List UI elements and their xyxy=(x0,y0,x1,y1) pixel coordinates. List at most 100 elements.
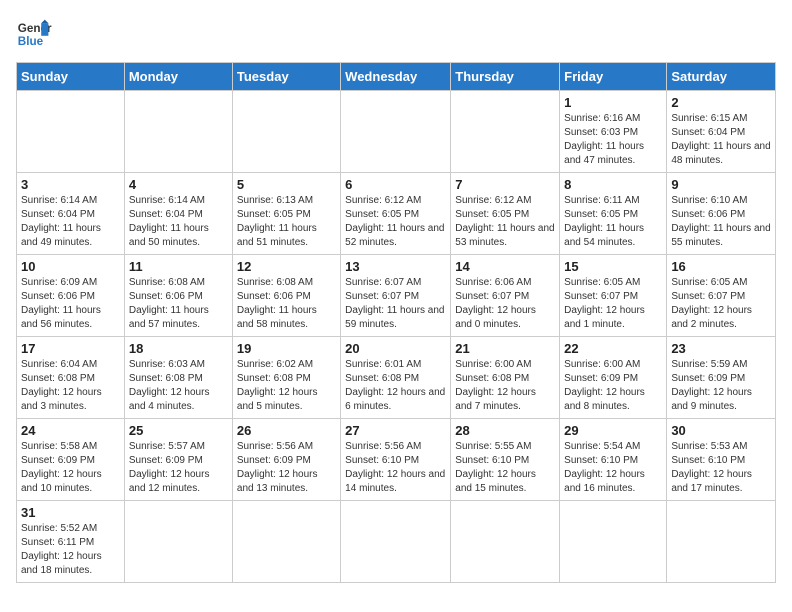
day-cell: 4Sunrise: 6:14 AM Sunset: 6:04 PM Daylig… xyxy=(124,173,232,255)
day-number: 6 xyxy=(345,177,446,192)
day-cell: 12 Sunrise: 6:08 AM Sunset: 6:06 PM Dayli… xyxy=(232,255,340,337)
day-cell: 8 Sunrise: 6:11 AM Sunset: 6:05 PM Daylig… xyxy=(560,173,667,255)
day-info: Sunrise: 5:54 AM Sunset: 6:10 PM Dayligh… xyxy=(564,440,662,496)
week-row-2: 10 Sunrise: 6:09 AM Sunset: 6:06 PM Dayli… xyxy=(17,255,776,337)
day-cell: 25 Sunrise: 5:57 AM Sunset: 6:09 PM Dayli… xyxy=(124,419,232,501)
day-info: Sunrise: 6:00 AM Sunset: 6:08 PM Dayligh… xyxy=(455,358,555,414)
day-number: 27 xyxy=(345,423,446,438)
day-number: 28 xyxy=(455,423,555,438)
day-info: Sunrise: 6:16 AM Sunset: 6:03 PM Dayligh… xyxy=(564,112,662,168)
day-cell xyxy=(17,91,125,173)
generalblue-logo-icon: General Blue xyxy=(16,16,52,52)
day-cell: 24 Sunrise: 5:58 AM Sunset: 6:09 PM Dayli… xyxy=(17,419,125,501)
day-info: Sunrise: 5:59 AM Sunset: 6:09 PM Dayligh… xyxy=(671,358,771,414)
day-cell: 7Sunrise: 6:12 AM Sunset: 6:05 PM Daylig… xyxy=(451,173,560,255)
day-info: Sunrise: 6:02 AM Sunset: 6:08 PM Dayligh… xyxy=(237,358,336,414)
day-info: Sunrise: 6:07 AM Sunset: 6:07 PM Dayligh… xyxy=(345,276,446,332)
day-info: Sunrise: 6:14 AM Sunset: 6:04 PM Dayligh… xyxy=(129,194,228,250)
day-info: Sunrise: 6:14 AM Sunset: 6:04 PM Dayligh… xyxy=(21,194,120,250)
day-number: 18 xyxy=(129,341,228,356)
day-cell: 14Sunrise: 6:06 AM Sunset: 6:07 PM Dayli… xyxy=(451,255,560,337)
weekday-header-row: SundayMondayTuesdayWednesdayThursdayFrid… xyxy=(17,63,776,91)
day-number: 30 xyxy=(671,423,771,438)
day-cell: 18 Sunrise: 6:03 AM Sunset: 6:08 PM Dayli… xyxy=(124,337,232,419)
day-cell xyxy=(341,501,451,583)
day-cell: 29 Sunrise: 5:54 AM Sunset: 6:10 PM Dayli… xyxy=(560,419,667,501)
day-number: 22 xyxy=(564,341,662,356)
day-info: Sunrise: 5:53 AM Sunset: 6:10 PM Dayligh… xyxy=(671,440,771,496)
day-cell xyxy=(232,501,340,583)
day-info: Sunrise: 6:05 AM Sunset: 6:07 PM Dayligh… xyxy=(564,276,662,332)
day-number: 8 xyxy=(564,177,662,192)
day-info: Sunrise: 6:01 AM Sunset: 6:08 PM Dayligh… xyxy=(345,358,446,414)
day-cell xyxy=(341,91,451,173)
day-info: Sunrise: 6:03 AM Sunset: 6:08 PM Dayligh… xyxy=(129,358,228,414)
day-info: Sunrise: 6:15 AM Sunset: 6:04 PM Dayligh… xyxy=(671,112,771,168)
day-cell: 3 Sunrise: 6:14 AM Sunset: 6:04 PM Daylig… xyxy=(17,173,125,255)
day-number: 21 xyxy=(455,341,555,356)
day-cell: 15 Sunrise: 6:05 AM Sunset: 6:07 PM Dayli… xyxy=(560,255,667,337)
day-number: 17 xyxy=(21,341,120,356)
day-info: Sunrise: 6:12 AM Sunset: 6:05 PM Dayligh… xyxy=(455,194,555,250)
calendar-table: SundayMondayTuesdayWednesdayThursdayFrid… xyxy=(16,62,776,583)
logo: General Blue xyxy=(16,16,52,52)
day-cell: 19 Sunrise: 6:02 AM Sunset: 6:08 PM Dayli… xyxy=(232,337,340,419)
day-cell: 11Sunrise: 6:08 AM Sunset: 6:06 PM Dayli… xyxy=(124,255,232,337)
day-info: Sunrise: 6:11 AM Sunset: 6:05 PM Dayligh… xyxy=(564,194,662,250)
day-number: 29 xyxy=(564,423,662,438)
day-info: Sunrise: 5:57 AM Sunset: 6:09 PM Dayligh… xyxy=(129,440,228,496)
day-cell: 9 Sunrise: 6:10 AM Sunset: 6:06 PM Daylig… xyxy=(667,173,776,255)
day-info: Sunrise: 6:00 AM Sunset: 6:09 PM Dayligh… xyxy=(564,358,662,414)
day-info: Sunrise: 5:58 AM Sunset: 6:09 PM Dayligh… xyxy=(21,440,120,496)
day-cell: 20 Sunrise: 6:01 AM Sunset: 6:08 PM Dayli… xyxy=(341,337,451,419)
day-number: 3 xyxy=(21,177,120,192)
day-info: Sunrise: 5:55 AM Sunset: 6:10 PM Dayligh… xyxy=(455,440,555,496)
day-number: 23 xyxy=(671,341,771,356)
day-cell xyxy=(124,501,232,583)
day-cell: 5Sunrise: 6:13 AM Sunset: 6:05 PM Daylig… xyxy=(232,173,340,255)
day-info: Sunrise: 6:13 AM Sunset: 6:05 PM Dayligh… xyxy=(237,194,336,250)
day-cell: 26 Sunrise: 5:56 AM Sunset: 6:09 PM Dayli… xyxy=(232,419,340,501)
weekday-header-wednesday: Wednesday xyxy=(341,63,451,91)
day-cell xyxy=(124,91,232,173)
day-info: Sunrise: 6:08 AM Sunset: 6:06 PM Dayligh… xyxy=(237,276,336,332)
weekday-header-friday: Friday xyxy=(560,63,667,91)
day-info: Sunrise: 5:56 AM Sunset: 6:09 PM Dayligh… xyxy=(237,440,336,496)
day-number: 9 xyxy=(671,177,771,192)
day-info: Sunrise: 5:52 AM Sunset: 6:11 PM Dayligh… xyxy=(21,522,120,578)
day-info: Sunrise: 5:56 AM Sunset: 6:10 PM Dayligh… xyxy=(345,440,446,496)
day-cell: 6Sunrise: 6:12 AM Sunset: 6:05 PM Daylig… xyxy=(341,173,451,255)
day-cell: 21 Sunrise: 6:00 AM Sunset: 6:08 PM Dayli… xyxy=(451,337,560,419)
day-cell xyxy=(232,91,340,173)
weekday-header-sunday: Sunday xyxy=(17,63,125,91)
day-number: 20 xyxy=(345,341,446,356)
week-row-1: 3 Sunrise: 6:14 AM Sunset: 6:04 PM Daylig… xyxy=(17,173,776,255)
day-info: Sunrise: 6:09 AM Sunset: 6:06 PM Dayligh… xyxy=(21,276,120,332)
day-cell xyxy=(667,501,776,583)
day-number: 24 xyxy=(21,423,120,438)
day-info: Sunrise: 6:10 AM Sunset: 6:06 PM Dayligh… xyxy=(671,194,771,250)
day-number: 31 xyxy=(21,505,120,520)
header: General Blue xyxy=(16,16,776,52)
day-cell: 27 Sunrise: 5:56 AM Sunset: 6:10 PM Dayli… xyxy=(341,419,451,501)
weekday-header-tuesday: Tuesday xyxy=(232,63,340,91)
day-cell: 17 Sunrise: 6:04 AM Sunset: 6:08 PM Dayli… xyxy=(17,337,125,419)
day-number: 11 xyxy=(129,259,228,274)
day-cell: 1Sunrise: 6:16 AM Sunset: 6:03 PM Daylig… xyxy=(560,91,667,173)
day-number: 25 xyxy=(129,423,228,438)
day-cell: 22 Sunrise: 6:00 AM Sunset: 6:09 PM Dayli… xyxy=(560,337,667,419)
day-number: 10 xyxy=(21,259,120,274)
day-number: 2 xyxy=(671,95,771,110)
week-row-5: 31 Sunrise: 5:52 AM Sunset: 6:11 PM Dayli… xyxy=(17,501,776,583)
day-number: 26 xyxy=(237,423,336,438)
day-cell xyxy=(451,501,560,583)
day-cell: 31 Sunrise: 5:52 AM Sunset: 6:11 PM Dayli… xyxy=(17,501,125,583)
day-number: 13 xyxy=(345,259,446,274)
weekday-header-monday: Monday xyxy=(124,63,232,91)
day-number: 19 xyxy=(237,341,336,356)
day-cell xyxy=(560,501,667,583)
day-number: 15 xyxy=(564,259,662,274)
day-cell: 16Sunrise: 6:05 AM Sunset: 6:07 PM Dayli… xyxy=(667,255,776,337)
day-info: Sunrise: 6:04 AM Sunset: 6:08 PM Dayligh… xyxy=(21,358,120,414)
day-number: 12 xyxy=(237,259,336,274)
